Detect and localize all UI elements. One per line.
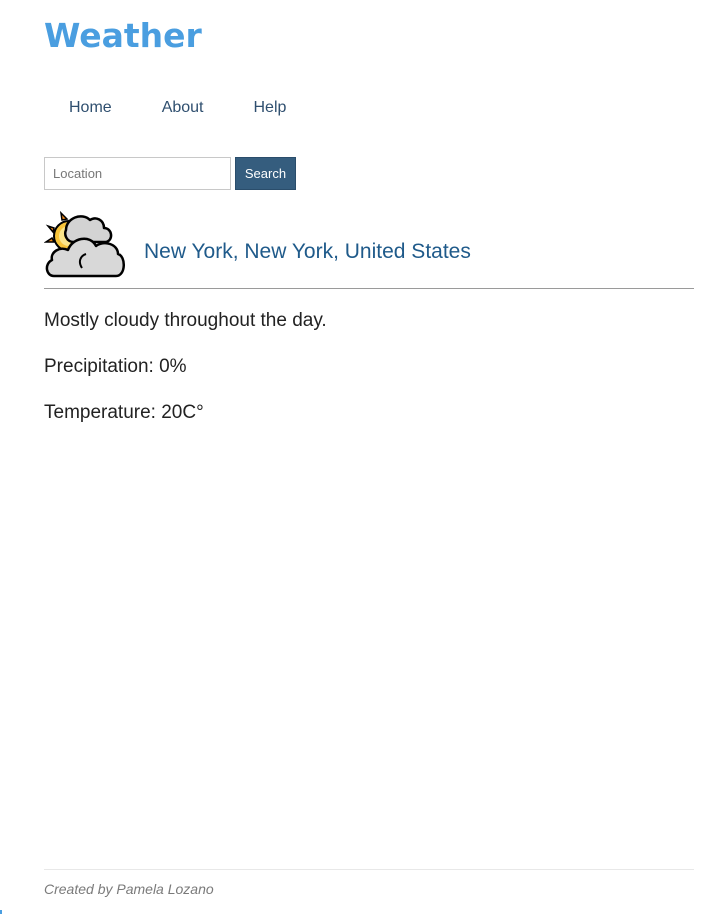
search-button[interactable]: Search: [235, 157, 296, 190]
forecast-header: New York, New York, United States: [44, 206, 694, 289]
main-nav: Home About Help: [44, 96, 311, 120]
page-footer: Created by Pamela Lozano: [44, 869, 694, 897]
nav-item-help[interactable]: Help: [229, 96, 312, 120]
nav-item-about[interactable]: About: [137, 96, 229, 120]
forecast-summary: Mostly cloudy throughout the day.: [44, 310, 327, 331]
corner-marker: [0, 910, 2, 914]
location-name: New York, New York, United States: [144, 240, 471, 263]
app-title: Weather: [44, 16, 202, 55]
forecast-details: Mostly cloudy throughout the day. Precip…: [44, 309, 327, 447]
nav-item-home[interactable]: Home: [44, 96, 137, 120]
footer-credit: Created by Pamela Lozano: [44, 881, 214, 897]
search-form: Search: [44, 157, 296, 190]
precipitation-text: Precipitation: 0%: [44, 356, 187, 377]
weather-page: Weather Home About Help Search New: [0, 0, 706, 924]
temperature-text: Temperature: 20C°: [44, 402, 204, 423]
location-input[interactable]: [44, 157, 231, 190]
partly-cloudy-icon: [44, 210, 125, 278]
